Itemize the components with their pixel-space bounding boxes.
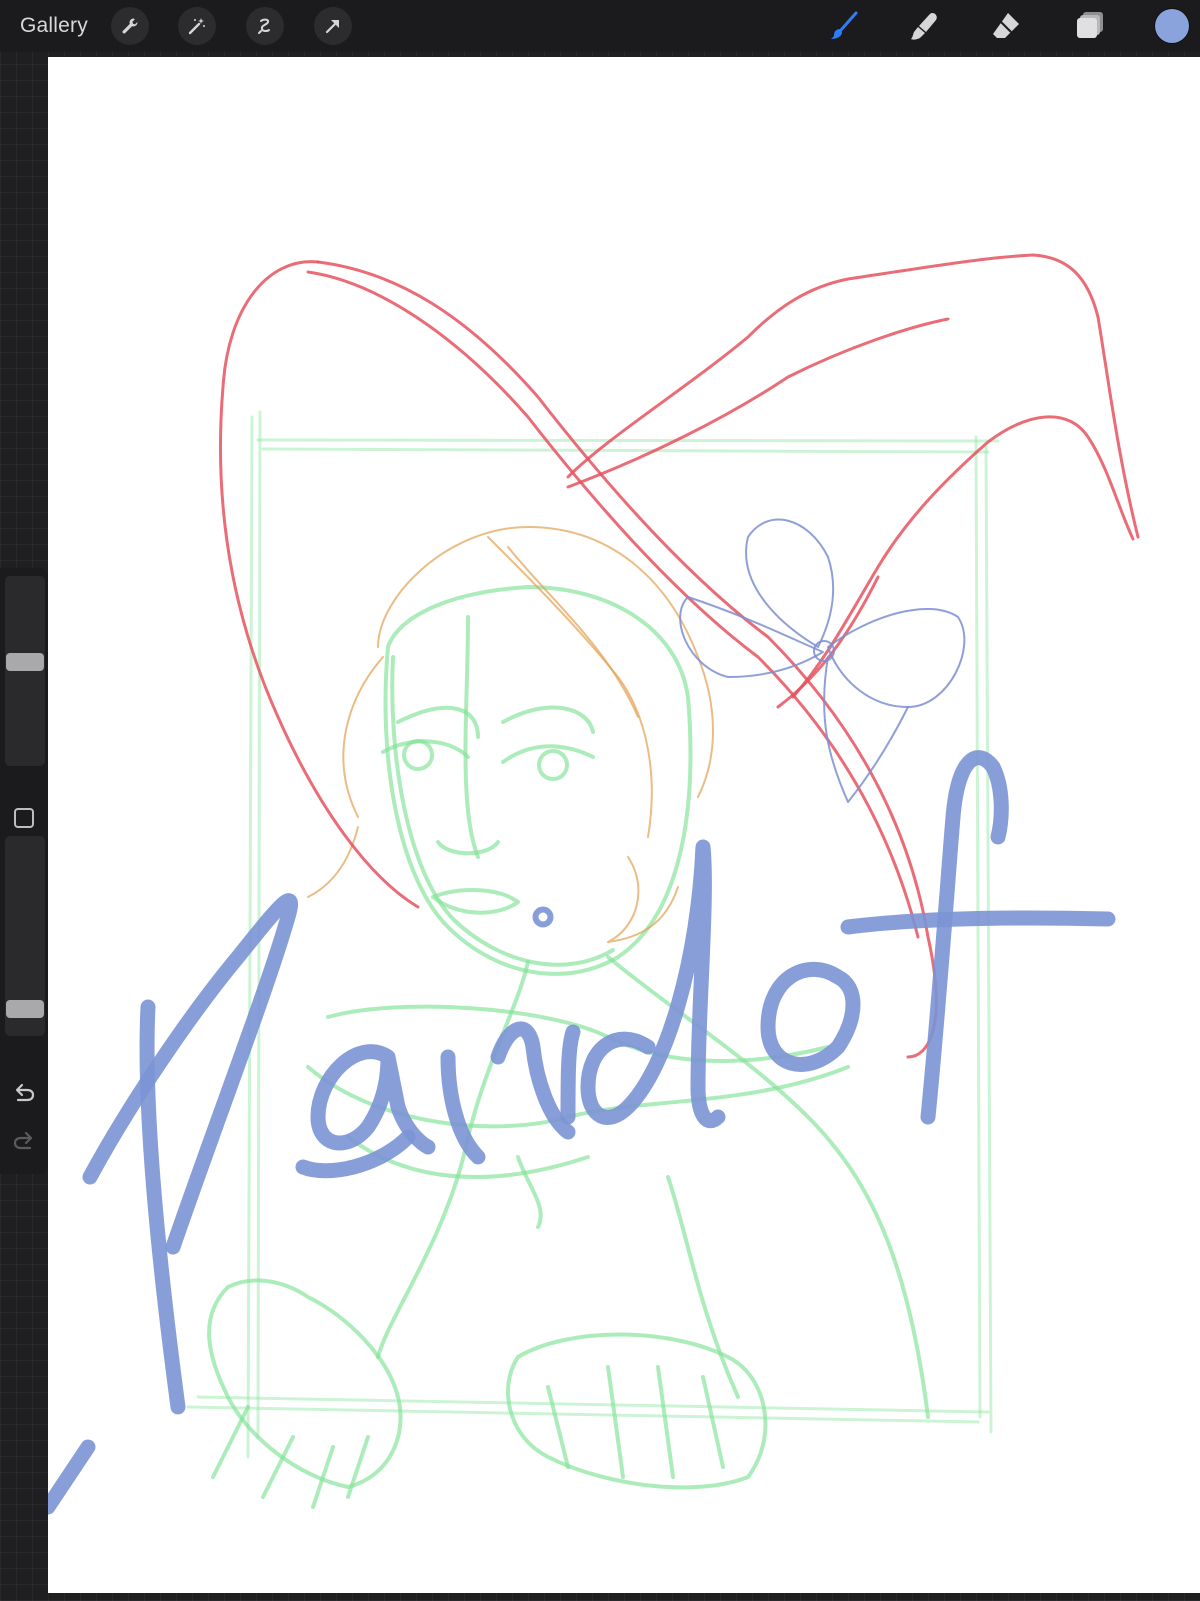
selection-button[interactable] xyxy=(246,7,284,45)
smudge-icon xyxy=(911,13,937,40)
redo-button[interactable] xyxy=(12,1130,36,1152)
adjustments-button[interactable] xyxy=(178,7,216,45)
redo-icon xyxy=(13,1131,33,1150)
brush-icon xyxy=(831,11,858,39)
bow-sketch xyxy=(679,518,966,803)
modify-button[interactable] xyxy=(14,808,34,828)
drawing-canvas[interactable] xyxy=(48,57,1200,1593)
transform-arrow-icon xyxy=(325,20,339,34)
layers-button[interactable] xyxy=(1072,8,1108,44)
transform-button[interactable] xyxy=(314,7,352,45)
color-picker-button[interactable] xyxy=(1155,9,1189,43)
selection-icon xyxy=(258,18,270,34)
signature xyxy=(48,750,1116,1515)
layers-icon xyxy=(1077,12,1103,38)
brush-size-thumb[interactable] xyxy=(6,653,44,671)
top-toolbar: Gallery xyxy=(0,0,1200,52)
opacity-slider[interactable] xyxy=(5,836,45,1036)
wrench-icon xyxy=(122,18,138,34)
magic-wand-icon xyxy=(188,18,205,35)
actions-button[interactable] xyxy=(111,7,149,45)
smudge-tool-button[interactable] xyxy=(906,8,942,44)
undo-icon xyxy=(15,1083,35,1102)
opacity-thumb[interactable] xyxy=(6,1000,44,1018)
brush-tool-button[interactable] xyxy=(826,8,862,44)
eraser-tool-button[interactable] xyxy=(988,8,1024,44)
eraser-icon xyxy=(993,13,1019,38)
undo-button[interactable] xyxy=(12,1082,36,1104)
gallery-button[interactable]: Gallery xyxy=(20,12,88,40)
hat-sketch xyxy=(218,253,1140,1059)
brush-size-slider[interactable] xyxy=(5,576,45,766)
canvas-artwork xyxy=(48,253,1140,1515)
left-sidebar xyxy=(0,568,48,1174)
